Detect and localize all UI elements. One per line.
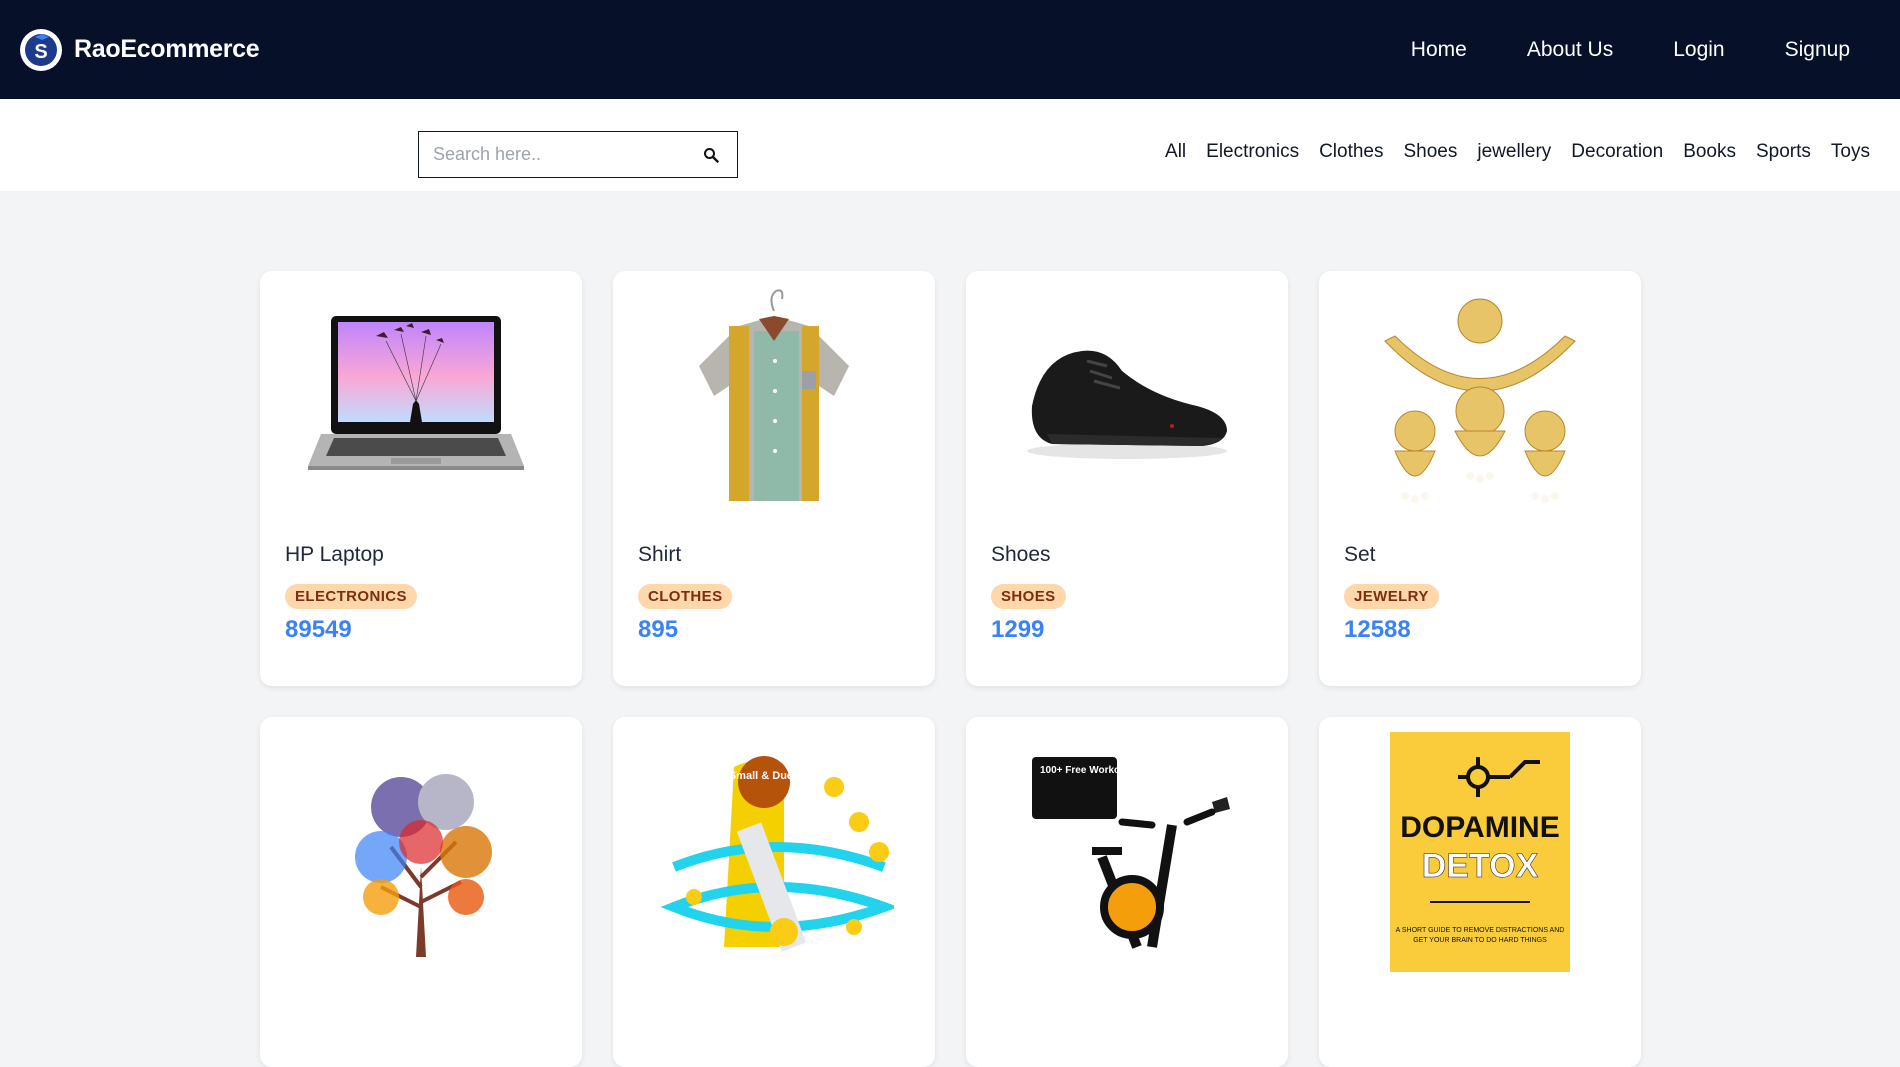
product-price: 12588 — [1344, 616, 1411, 643]
category-badge: CLOTHES — [638, 584, 733, 609]
gem-tree-image — [260, 717, 582, 977]
search-input[interactable] — [433, 144, 699, 165]
search-box — [418, 131, 738, 178]
nav-about-us-link[interactable]: About Us — [1527, 38, 1613, 62]
duck-toy-image: Small & Duck — [613, 717, 935, 977]
category-filters: All Electronics Clothes Shoes jewellery … — [1165, 141, 1870, 163]
product-grid: HP Laptop ELECTRONICS 89549 Shirt CLOTHE… — [260, 271, 1641, 1067]
product-title: Set — [1344, 543, 1376, 566]
search-icon[interactable] — [699, 143, 723, 167]
product-card[interactable]: DOPAMINE DETOX A SHORT GUIDE TO REMOVE D… — [1319, 717, 1641, 1067]
shirt-image — [613, 271, 935, 531]
category-clothes[interactable]: Clothes — [1319, 141, 1383, 163]
category-badge: JEWELRY — [1344, 584, 1439, 609]
product-card[interactable]: HP Laptop ELECTRONICS 89549 — [260, 271, 582, 686]
nav-signup-link[interactable]: Signup — [1785, 38, 1850, 62]
product-card[interactable] — [260, 717, 582, 1067]
product-price: 1299 — [991, 616, 1045, 643]
product-card[interactable]: Set JEWELRY 12588 — [1319, 271, 1641, 686]
workouts-text: 100+ Free Workouts — [1040, 765, 1136, 776]
main-nav: Home About Us Login Signup — [1411, 38, 1850, 62]
top-navbar: S RaoEcommerce Home About Us Login Signu… — [0, 0, 1900, 99]
category-badge: ELECTRONICS — [285, 584, 417, 609]
category-sports[interactable]: Sports — [1756, 141, 1811, 163]
book-subtitle-text: DETOX — [1422, 847, 1539, 885]
category-badge: SHOES — [991, 584, 1066, 609]
product-card[interactable]: Shirt CLOTHES 895 — [613, 271, 935, 686]
category-toys[interactable]: Toys — [1831, 141, 1870, 163]
category-decoration[interactable]: Decoration — [1571, 141, 1663, 163]
brand[interactable]: S RaoEcommerce — [20, 28, 260, 71]
duck-toy-text: Small & Duck — [729, 770, 800, 782]
product-title: Shoes — [991, 543, 1051, 566]
product-card[interactable]: Small & Duck — [613, 717, 935, 1067]
product-title: HP Laptop — [285, 543, 384, 566]
laptop-image — [260, 271, 582, 531]
filter-bar: All Electronics Clothes Shoes jewellery … — [0, 99, 1900, 191]
category-books[interactable]: Books — [1683, 141, 1736, 163]
product-card[interactable]: Shoes SHOES 1299 — [966, 271, 1288, 686]
jewelry-set-image — [1319, 271, 1641, 531]
nav-home-link[interactable]: Home — [1411, 38, 1467, 62]
book-cover-image: DOPAMINE DETOX A SHORT GUIDE TO REMOVE D… — [1319, 717, 1641, 977]
category-electronics[interactable]: Electronics — [1206, 141, 1299, 163]
book-tagline-text-2: GET YOUR BRAIN TO DO HARD THINGS — [1413, 937, 1547, 944]
exercise-bike-image: 100+ Free Workouts — [966, 717, 1288, 977]
product-title: Shirt — [638, 543, 682, 566]
book-title-text: DOPAMINE — [1400, 811, 1559, 844]
book-tagline-text: A SHORT GUIDE TO REMOVE DISTRACTIONS AND — [1396, 927, 1565, 934]
category-shoes[interactable]: Shoes — [1404, 141, 1458, 163]
category-all[interactable]: All — [1165, 141, 1186, 163]
brand-logo-icon: S — [20, 28, 62, 71]
shoe-image — [966, 271, 1288, 531]
nav-login-link[interactable]: Login — [1673, 38, 1724, 62]
product-price: 89549 — [285, 616, 352, 643]
product-card[interactable]: 100+ Free Workouts — [966, 717, 1288, 1067]
brand-name: RaoEcommerce — [74, 35, 260, 63]
svg-text:S: S — [34, 41, 47, 63]
category-jewellery[interactable]: jewellery — [1477, 141, 1551, 163]
product-price: 895 — [638, 616, 679, 643]
